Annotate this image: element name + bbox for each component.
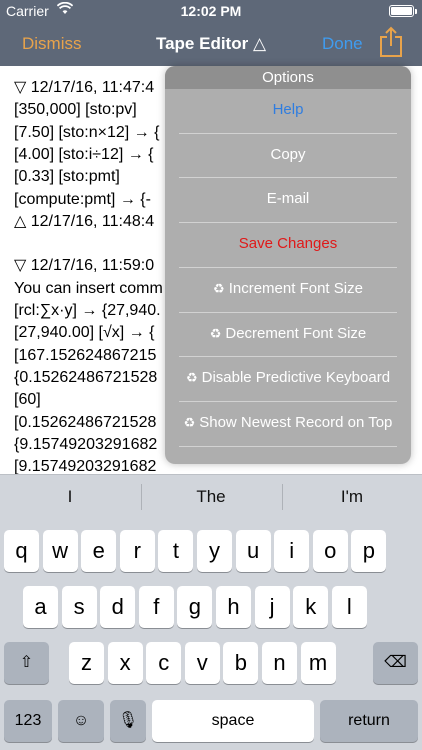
nav-bar: Dismiss Tape Editor △ Done	[0, 22, 422, 66]
popover-separator	[179, 177, 397, 179]
tape-line: [compute:pmt] → {-	[14, 190, 151, 208]
popover-separator	[179, 445, 397, 447]
key-w[interactable]: w	[42, 530, 78, 572]
predictive-divider	[141, 484, 142, 510]
tape-line: [167.152624867215	[14, 346, 157, 364]
disable-predictive-keyboard-button[interactable]: ♻ Disable Predictive Keyboard	[165, 356, 411, 400]
key-a[interactable]: a	[23, 586, 58, 628]
key-l[interactable]: l	[331, 586, 367, 628]
tape-line: {0.15262486721528	[14, 368, 158, 386]
popover-separator	[179, 356, 397, 358]
show-newest-record-button[interactable]: ♻ Show Newest Record on Top	[165, 401, 411, 445]
delete-key[interactable]: ⌫	[373, 642, 418, 684]
popover-item-label: Help	[272, 101, 304, 118]
key-q[interactable]: q	[4, 530, 39, 572]
title-triangle-icon: △	[252, 34, 267, 53]
options-popover: Options Help Copy E-mail Save Changes ♻ Incre…	[165, 66, 411, 464]
key-m[interactable]: m	[300, 642, 336, 684]
key-s[interactable]: s	[61, 586, 97, 628]
popover-separator	[179, 132, 397, 134]
decrement-font-size-button[interactable]: ♻ Decrement Font Size	[165, 312, 411, 356]
popover-separator	[179, 400, 397, 402]
numbers-key[interactable]: 123	[4, 700, 52, 742]
tape-line: ▽ 12/17/16, 11:59:0	[14, 257, 155, 275]
space-key[interactable]: space	[152, 700, 314, 742]
popover-separator	[179, 222, 397, 224]
popover-item-label: E-mail	[266, 190, 310, 208]
return-key[interactable]: return	[320, 700, 418, 742]
microphone-key[interactable]: 🎙	[110, 700, 146, 742]
predictive-divider	[282, 484, 283, 510]
predictive-bar: I The I'm	[0, 474, 422, 518]
popover-separator	[179, 311, 397, 313]
popover-separator	[179, 266, 397, 268]
predictive-suggestion[interactable]: I'm	[282, 475, 422, 519]
increment-font-size-button[interactable]: ♻ Increment Font Size	[165, 267, 411, 311]
key-e[interactable]: e	[81, 530, 117, 572]
recycle-icon: ♻	[213, 280, 225, 296]
key-y[interactable]: y	[197, 530, 232, 572]
predictive-suggestion[interactable]: The	[141, 475, 281, 519]
key-v[interactable]: v	[184, 642, 220, 684]
key-j[interactable]: j	[254, 586, 290, 628]
key-c[interactable]: c	[146, 642, 182, 684]
key-g[interactable]: g	[177, 586, 213, 628]
help-button[interactable]: Help	[165, 88, 411, 132]
popover-item-label: Disable Predictive Keyboard	[201, 369, 391, 387]
popover-item-label: Save Changes	[238, 235, 338, 253]
shift-key[interactable]: ⇧	[4, 642, 49, 684]
battery-icon	[389, 5, 417, 17]
tape-line: [4.00] [sto:i÷12] → {	[14, 145, 154, 163]
status-time: 12:02 PM	[180, 3, 242, 19]
tape-line: [rcl:∑x·y] → {27,940.	[14, 302, 161, 319]
key-p[interactable]: p	[351, 530, 387, 572]
done-button[interactable]: Done	[322, 34, 363, 54]
popover-item-label: Decrement Font Size	[225, 324, 367, 342]
key-u[interactable]: u	[235, 530, 271, 572]
keyboard: q w e r t y u i o p a s d f g h j k l ⇧ z x c v b n m ⌫ 123 ☺ 🎙 space re…	[0, 518, 422, 750]
key-h[interactable]: h	[216, 586, 251, 628]
key-t[interactable]: t	[158, 530, 194, 572]
recycle-icon: ♻	[183, 414, 196, 430]
key-d[interactable]: d	[100, 586, 136, 628]
popover-item-label: Increment Font Size	[228, 279, 363, 297]
status-bar: Carrier 12:02 PM	[0, 0, 422, 22]
popover-header: Options	[165, 66, 411, 89]
tape-line: [7.50] [sto:n×12] → {	[14, 123, 160, 141]
key-z[interactable]: z	[69, 642, 104, 684]
key-x[interactable]: x	[107, 642, 143, 684]
predictive-suggestion[interactable]: I	[0, 475, 140, 519]
tape-line: ▽ 12/17/16, 11:47:4	[14, 79, 155, 96]
key-k[interactable]: k	[293, 586, 329, 628]
copy-button[interactable]: Copy	[165, 133, 411, 177]
tape-line: {9.15749203291682	[14, 435, 158, 453]
tape-line: [0.15262486721528	[14, 413, 157, 431]
page-title-text: Tape Editor	[155, 34, 249, 53]
tape-line: [0.33] [sto:pmt]	[14, 168, 120, 186]
key-r[interactable]: r	[119, 530, 155, 572]
popover-item-label: Show Newest Record on Top	[199, 413, 393, 431]
popover-item-label: Copy	[270, 145, 306, 163]
tape-line: You can insert comm	[14, 279, 163, 297]
tape-line: [9.15749203291682	[14, 458, 157, 474]
share-icon[interactable]	[378, 26, 404, 58]
email-button[interactable]: E-mail	[165, 177, 411, 221]
recycle-icon: ♻	[209, 325, 222, 341]
key-o[interactable]: o	[312, 530, 348, 572]
save-changes-button[interactable]: Save Changes	[165, 222, 411, 266]
key-f[interactable]: f	[138, 586, 174, 628]
key-b[interactable]: b	[223, 642, 259, 684]
tape-line: [27,940.00] [√x] → {	[14, 324, 155, 342]
recycle-icon: ♻	[185, 370, 198, 386]
tape-line: △ 12/17/16, 11:48:4	[14, 212, 155, 230]
tape-line: [350,000] [sto:pv]	[14, 101, 137, 119]
key-i[interactable]: i	[274, 530, 310, 572]
key-n[interactable]: n	[262, 642, 297, 684]
emoji-key[interactable]: ☺	[58, 700, 104, 742]
tape-line: [60]	[14, 391, 41, 409]
